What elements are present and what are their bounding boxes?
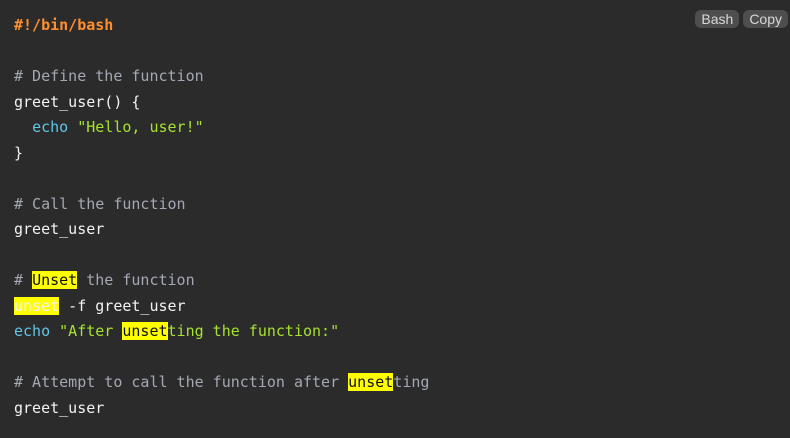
language-badge: Bash (695, 10, 740, 28)
code-line-3: # Define the function (14, 64, 429, 90)
code-line-13: echo "After unsetting the function:" (14, 319, 429, 345)
function-call: greet_user (14, 220, 105, 238)
copy-button[interactable]: Copy (743, 10, 788, 28)
function-call: greet_user (14, 398, 105, 417)
code-content: #!/bin/bash # Define the function greet_us… (14, 13, 429, 421)
code-block: Bash Copy #!/bin/bash # Define the functi… (0, 0, 790, 438)
code-line-6: } (14, 141, 429, 167)
command-args: -f greet_user (59, 296, 186, 315)
closing-brace: } (14, 143, 24, 162)
builtin-keyword: echo (32, 118, 69, 136)
shebang: #!/bin/bash (14, 16, 114, 34)
string-suffix: ting the function:" (167, 322, 340, 340)
search-highlight: Unset (32, 271, 78, 289)
search-highlight: unset (14, 296, 60, 315)
code-line-9: greet_user (14, 217, 429, 243)
comment-prefix: # (14, 271, 33, 289)
code-line-8: # Call the function (14, 192, 429, 218)
code-line-4: greet_user() { (14, 90, 429, 116)
code-line-12: unset -f greet_user (14, 294, 429, 320)
comment: # Attempt to call the function after uns… (14, 373, 429, 391)
code-line-15: # Attempt to call the function after uns… (14, 370, 429, 396)
search-highlight: unset (122, 322, 168, 340)
string-literal: "After unsetting the function:" (59, 322, 339, 340)
comment: # Unset the function (14, 271, 195, 289)
comment: # Call the function (14, 194, 186, 213)
string-prefix: "After (59, 322, 123, 340)
code-toolbar: Bash Copy (695, 10, 788, 28)
comment: # Define the function (14, 67, 204, 85)
search-highlight: unset (348, 373, 394, 391)
code-line-16: greet_user (14, 396, 429, 422)
code-line-5: echo "Hello, user!" (14, 115, 429, 141)
builtin-keyword: echo (14, 322, 51, 340)
code-line-11: # Unset the function (14, 268, 429, 294)
function-declaration: greet_user() { (14, 92, 141, 111)
comment-suffix: the function (77, 271, 195, 289)
comment-suffix: ting (393, 373, 430, 391)
code-line-1: #!/bin/bash (14, 13, 429, 39)
comment-prefix: # Attempt to call the function after (14, 373, 349, 391)
string-literal: "Hello, user!" (77, 118, 204, 136)
